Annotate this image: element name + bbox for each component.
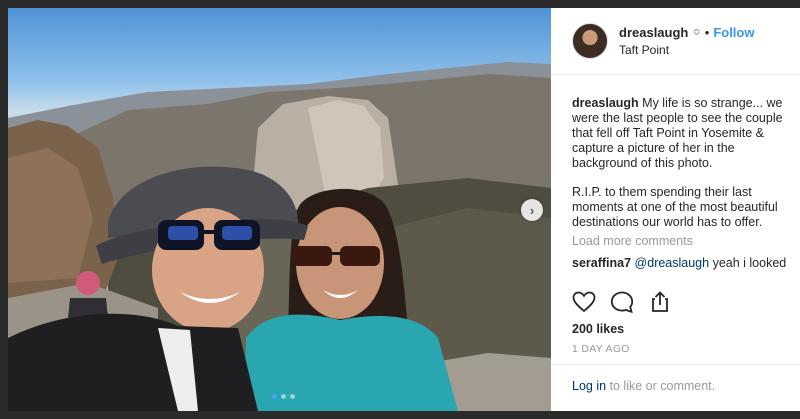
caption-line: capture a picture of her in the	[572, 141, 735, 155]
header-text: dreaslaugh ≎ • Follow Taft Point	[619, 25, 754, 57]
carousel-indicator	[272, 394, 295, 399]
comment-username-link[interactable]: seraffina7	[572, 256, 631, 270]
caption-text: My life is so strange... we	[638, 96, 783, 110]
comments-section: dreaslaugh My life is so strange... we w…	[551, 75, 800, 271]
avatar[interactable]	[572, 23, 608, 59]
sort-icon: ≎	[692, 27, 701, 38]
backdrop	[0, 0, 800, 8]
post-timestamp[interactable]: 1 DAY AGO	[572, 343, 630, 355]
backdrop	[0, 411, 800, 419]
chevron-right-icon: ›	[529, 202, 535, 218]
like-count[interactable]: 200 likes	[572, 322, 624, 336]
comment-item: seraffina7 @dreaslaugh yeah i looked	[572, 256, 800, 271]
caption-line: were the last people to see the couple	[572, 111, 783, 125]
post-sidebar: dreaslaugh ≎ • Follow Taft Point dreasla…	[551, 8, 800, 411]
caption-username-link[interactable]: dreaslaugh	[572, 96, 639, 110]
post-photo[interactable]: ›	[8, 8, 551, 411]
header-row: dreaslaugh ≎ • Follow	[619, 25, 754, 40]
separator-dot: •	[704, 25, 710, 40]
caption-line: destinations our world has to offer.	[572, 215, 763, 229]
carousel-dot	[290, 394, 295, 399]
backdrop	[0, 0, 8, 419]
next-photo-button[interactable]: ›	[521, 199, 543, 221]
carousel-dot	[281, 394, 286, 399]
caption-line: that fell off Taft Point in Yosemite &	[572, 126, 765, 140]
login-link[interactable]: Log in	[572, 379, 606, 393]
login-prompt: Log in to like or comment.	[551, 364, 800, 411]
username-link[interactable]: dreaslaugh	[619, 25, 688, 40]
heart-icon[interactable]	[572, 291, 596, 313]
photo-scene	[8, 62, 551, 411]
follow-button[interactable]: Follow	[713, 25, 754, 40]
location-link[interactable]: Taft Point	[619, 43, 754, 57]
post-header: dreaslaugh ≎ • Follow Taft Point	[551, 8, 800, 75]
caption-line: moments at one of the most beautiful	[572, 200, 778, 214]
comment-text: yeah i looked	[709, 256, 787, 270]
login-prompt-text: to like or comment.	[606, 379, 716, 393]
action-bar	[572, 291, 672, 313]
caption-line: R.I.P. to them spending their last	[572, 185, 752, 199]
caption-line: dreaslaugh My life is so strange... we	[572, 96, 800, 111]
caption-line: background of this photo.	[572, 156, 713, 170]
share-icon[interactable]	[648, 291, 672, 313]
load-more-comments-button[interactable]: Load more comments	[572, 234, 800, 249]
comment-bubble-icon[interactable]	[610, 291, 634, 313]
carousel-dot	[272, 394, 277, 399]
mention-link[interactable]: @dreaslaugh	[635, 256, 710, 270]
